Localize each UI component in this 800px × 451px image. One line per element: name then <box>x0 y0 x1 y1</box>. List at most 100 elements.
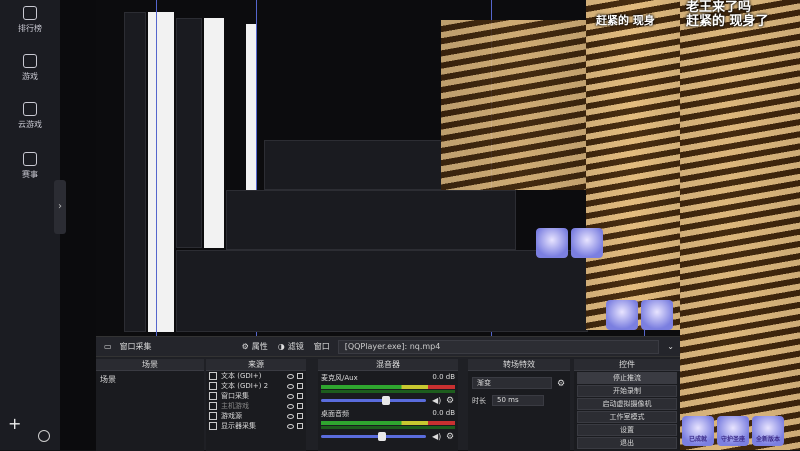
lock-icon[interactable] <box>297 423 303 429</box>
add-button[interactable]: + <box>8 414 21 433</box>
source-item[interactable]: 窗口采集 <box>206 391 306 401</box>
mixer-channel-desktop: 桌面音频 0.0 dB ◀) ⚙ <box>318 407 458 443</box>
nested-sidebar <box>176 18 202 248</box>
gear-icon[interactable]: ⚙ <box>446 432 455 442</box>
gear-icon[interactable]: ⚙ <box>446 396 455 406</box>
source-type-icon <box>209 372 217 380</box>
properties-label: 属性 <box>251 342 268 351</box>
eye-icon[interactable] <box>287 383 294 389</box>
source-label: 游戏源 <box>221 412 242 420</box>
volume-meter <box>321 421 455 425</box>
source-item[interactable]: 文本 (GDI+) <box>206 371 306 381</box>
virtual-camera-button[interactable]: 启动虚拟摄像机 <box>577 398 677 410</box>
source-label: 文本 (GDI+) <box>221 372 262 380</box>
sidebar-item-label: 云游戏 <box>18 120 42 129</box>
volume-meter <box>321 385 455 389</box>
exit-button[interactable]: 退出 <box>577 437 677 449</box>
white-bar <box>246 24 256 204</box>
gear-icon[interactable]: ⚙ <box>557 379 566 389</box>
lock-icon[interactable] <box>297 383 303 389</box>
window-label: 窗口 <box>313 342 330 351</box>
source-type-icon <box>209 422 217 430</box>
nested-sidebar <box>124 12 146 332</box>
danmaku-text: 赶紧的 现身 <box>596 14 655 27</box>
channel-db: 0.0 dB <box>432 373 455 381</box>
gear-icon: ⚙ <box>241 342 249 351</box>
lock-icon[interactable] <box>297 373 303 379</box>
properties-button[interactable]: ⚙ 属性 <box>242 341 268 352</box>
eye-icon[interactable] <box>287 373 294 379</box>
blinds <box>441 20 601 190</box>
slider-knob[interactable] <box>382 396 391 405</box>
gift-badge <box>641 300 673 330</box>
gift-badge <box>536 228 568 258</box>
settings-button[interactable]: 设置 <box>577 424 677 436</box>
danmaku-text: 赶紧的 现身了 <box>686 14 769 29</box>
source-item[interactable]: 主机游戏 <box>206 401 306 411</box>
gift-badge: 全新版本 <box>752 416 784 446</box>
white-bar <box>148 12 174 332</box>
scene-item[interactable]: 场景 <box>98 373 202 386</box>
volume-slider[interactable] <box>321 432 426 441</box>
filters-button[interactable]: ◑ 滤镜 <box>278 341 304 352</box>
channel-name: 麦克风/Aux <box>321 374 358 382</box>
volume-meter <box>321 390 455 393</box>
expand-handle[interactable]: › <box>54 180 66 234</box>
nested-video-large <box>586 0 680 330</box>
mixer-panel: 混音器 麦克风/Aux 0.0 dB ◀) ⚙ 桌面音频 0.0 dB ◀) ⚙ <box>318 359 458 451</box>
headset-icon[interactable] <box>38 430 50 442</box>
nested-video <box>441 20 601 190</box>
stream-preview: 赶紧的 现身 <box>96 0 680 336</box>
eye-icon[interactable] <box>287 403 294 409</box>
source-item[interactable]: 游戏源 <box>206 411 306 421</box>
monitor-icon: ▭ <box>104 342 112 351</box>
gift-badge <box>606 300 638 330</box>
source-item[interactable]: 显示器采集 <box>206 421 306 431</box>
controls-header: 控件 <box>574 359 680 371</box>
blinds <box>586 0 680 330</box>
nested-obs-panel <box>264 140 464 190</box>
speaker-icon[interactable]: ◀) <box>432 432 441 441</box>
studio-mode-button[interactable]: 工作室模式 <box>577 411 677 423</box>
sidebar-item-games[interactable]: 游戏 <box>0 54 60 82</box>
eye-icon[interactable] <box>287 423 294 429</box>
duration-input[interactable]: 50 ms <box>492 395 544 406</box>
controls-panel: 控件 停止推流 开始录制 启动虚拟摄像机 工作室模式 设置 退出 <box>574 359 680 451</box>
gift-badge: 已成就 <box>682 416 714 446</box>
transitions-header: 转场特效 <box>468 359 570 371</box>
sidebar-item-cloud-games[interactable]: 云游戏 <box>0 102 60 130</box>
transition-select[interactable]: 渐变 <box>472 377 552 389</box>
trophy-list-icon <box>23 6 37 20</box>
eye-icon[interactable] <box>287 413 294 419</box>
channel-name: 桌面音频 <box>321 410 349 418</box>
trophy-icon <box>23 152 37 166</box>
start-recording-button[interactable]: 开始录制 <box>577 385 677 397</box>
scenes-header: 场景 <box>96 359 204 371</box>
source-item[interactable]: 文本 (GDI+) 2 <box>206 381 306 391</box>
lock-icon[interactable] <box>297 413 303 419</box>
lock-icon[interactable] <box>297 403 303 409</box>
source-type-icon <box>209 402 217 410</box>
volume-slider[interactable] <box>321 396 426 405</box>
sources-panel: 来源 文本 (GDI+) 文本 (GDI+) 2 窗口采集 主机游戏 游戏源 显示器采集 <box>206 359 306 451</box>
source-label: 文本 (GDI+) 2 <box>221 382 269 390</box>
source-type-icon <box>209 382 217 390</box>
app-sidebar: 排行榜 游戏 云游戏 赛事 + <box>0 0 60 450</box>
volume-meter <box>321 426 455 429</box>
chevron-down-icon[interactable]: ⌄ <box>667 342 674 351</box>
stop-stream-button[interactable]: 停止推流 <box>577 372 677 384</box>
sidebar-item-label: 赛事 <box>22 170 38 179</box>
eye-icon[interactable] <box>287 393 294 399</box>
guide-line <box>156 0 157 336</box>
lock-icon[interactable] <box>297 393 303 399</box>
gift-badge <box>571 228 603 258</box>
window-select[interactable]: [QQPlayer.exe]: nq.mp4 <box>337 339 660 354</box>
speaker-icon[interactable]: ◀) <box>432 396 441 405</box>
source-label: 窗口采集 <box>221 392 249 400</box>
slider-knob[interactable] <box>377 432 386 441</box>
video-feed: 老王来了吗 赶紧的 现身了 已成就 守护圣座 全新版本 <box>680 0 800 450</box>
sidebar-item-rank[interactable]: 排行榜 <box>0 6 60 34</box>
sidebar-item-events[interactable]: 赛事 <box>0 152 60 180</box>
scenes-panel: 场景 场景 <box>96 359 204 451</box>
duration-label: 时长 <box>472 396 486 405</box>
